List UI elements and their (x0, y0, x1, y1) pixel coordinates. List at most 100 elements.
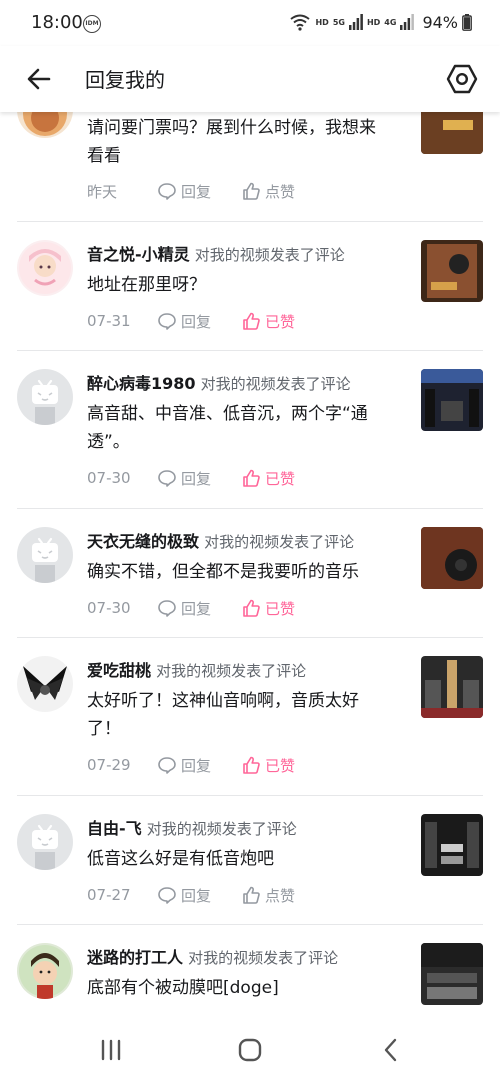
video-thumbnail[interactable] (421, 112, 483, 154)
settings-button[interactable] (444, 61, 480, 97)
comment-line: 地址在那里呀？ (87, 275, 206, 295)
reply-button[interactable]: 回复 (157, 885, 241, 906)
name-line: 天衣无缝的极致 对我的视频发表了评论 (87, 531, 354, 553)
thumbs-up-icon (243, 312, 260, 330)
back-chevron-icon[interactable] (378, 1037, 404, 1063)
item-meta: 07-31 回复 已赞 (87, 310, 295, 332)
item-meta: 昨天 回复 点赞 (87, 180, 295, 202)
comment-icon (158, 313, 176, 330)
divider (17, 924, 483, 925)
date: 07-31 (87, 312, 131, 330)
comment-text: 确实不错，但全都不是我要听的音乐 (87, 558, 407, 586)
default-avatar-icon (32, 824, 58, 870)
divider (17, 795, 483, 796)
recents-icon[interactable] (98, 1037, 124, 1063)
item-meta: 07-27 回复 点赞 (87, 884, 295, 906)
hd-label: HD (315, 17, 329, 27)
video-thumbnail[interactable] (421, 369, 483, 431)
item-meta: 07-30 回复 已赞 (87, 597, 295, 619)
reply-button[interactable]: 回复 (157, 468, 241, 489)
reply-label: 回复 (181, 469, 212, 488)
wifi-icon (290, 14, 311, 31)
comment-text: 地址在那里呀？ (87, 271, 407, 299)
avatar[interactable] (17, 527, 73, 583)
avatar[interactable] (17, 240, 73, 296)
date: 昨天 (87, 182, 118, 201)
action-text: 对我的视频发表了评论 (156, 662, 307, 680)
date: 07-30 (87, 469, 131, 487)
video-thumbnail[interactable] (421, 814, 483, 876)
avatar[interactable] (17, 814, 73, 870)
comment-text: 请问要门票吗？展到什么时候，我想来 看看 (87, 114, 407, 170)
item-meta: 07-29 回复 已赞 (87, 754, 295, 776)
user-name[interactable]: 音之悦-小精灵 (87, 245, 190, 264)
video-thumbnail[interactable] (421, 240, 483, 302)
avatar[interactable] (17, 112, 73, 138)
user-name[interactable]: 迷路的打工人 (87, 948, 183, 967)
user-name[interactable]: 爱吃甜桃 (87, 661, 151, 680)
reply-button[interactable]: 回复 (157, 598, 241, 619)
reply-list[interactable]: 请问要门票吗？展到什么时候，我想来 看看 昨天 回复 点赞 音之悦-小精灵 对我… (0, 112, 500, 1017)
like-button[interactable]: 点赞 (241, 181, 295, 202)
user-name[interactable]: 天衣无缝的极致 (87, 532, 199, 551)
reply-button[interactable]: 回复 (157, 311, 241, 332)
comment-line: 了！ (87, 719, 121, 739)
idm-icon: IDM (83, 15, 101, 33)
like-label: 已赞 (265, 312, 296, 331)
comment-icon (158, 600, 176, 617)
comment-line: 请问要门票吗？展到什么时候，我想来 (87, 118, 376, 138)
home-icon[interactable] (237, 1037, 263, 1063)
reply-button[interactable]: 回复 (157, 181, 241, 202)
name-line: 迷路的打工人 对我的视频发表了评论 (87, 947, 338, 969)
reply-button[interactable]: 回复 (157, 755, 241, 776)
like-label: 已赞 (265, 756, 296, 775)
back-button[interactable] (22, 62, 56, 96)
avatar[interactable] (17, 369, 73, 425)
comment-icon (158, 757, 176, 774)
video-thumbnail[interactable] (421, 943, 483, 1005)
like-button[interactable]: 点赞 (241, 885, 295, 906)
avatar[interactable] (17, 656, 73, 712)
comment-line: 太好听了！这神仙音响啊，音质太好 (87, 691, 359, 711)
like-button[interactable]: 已赞 (241, 598, 295, 619)
signal-icon (348, 14, 363, 30)
avatar[interactable] (17, 943, 73, 999)
video-thumbnail[interactable] (421, 527, 483, 589)
comment-text: 高音甜、中音准、低音沉，两个字“通 透”。 (87, 400, 407, 456)
like-button[interactable]: 已赞 (241, 755, 295, 776)
video-thumbnail[interactable] (421, 656, 483, 718)
name-line: 自由-飞 对我的视频发表了评论 (87, 818, 297, 840)
thumbs-up-icon (243, 756, 260, 774)
comment-icon (158, 470, 176, 487)
comment-line: 底部有个被动膜吧[doge] (87, 978, 279, 998)
comment-line: 透”。 (87, 432, 130, 452)
network-5g-label: 5G (332, 17, 345, 27)
thumbs-up-icon (243, 469, 260, 487)
reply-label: 回复 (181, 599, 212, 618)
comment-line: 看看 (87, 146, 121, 166)
like-label: 点赞 (265, 886, 296, 905)
like-button[interactable]: 已赞 (241, 468, 295, 489)
status-time: 18:00 (31, 12, 83, 33)
action-text: 对我的视频发表了评论 (200, 375, 351, 393)
hexagon-settings-icon (446, 64, 478, 94)
divider (17, 508, 483, 509)
like-label: 已赞 (265, 469, 296, 488)
name-line: 爱吃甜桃 对我的视频发表了评论 (87, 660, 306, 682)
divider (17, 350, 483, 351)
page-title: 回复我的 (85, 68, 165, 92)
action-text: 对我的视频发表了评论 (188, 949, 339, 967)
user-name[interactable]: 自由-飞 (87, 819, 142, 838)
reply-label: 回复 (181, 756, 212, 775)
name-line: 醉心病毒1980 对我的视频发表了评论 (87, 373, 351, 395)
comment-text: 太好听了！这神仙音响啊，音质太好 了！ (87, 687, 407, 743)
reply-label: 回复 (181, 886, 212, 905)
name-line: 音之悦-小精灵 对我的视频发表了评论 (87, 244, 345, 266)
status-icons: HD 5G HD 4G 94% (289, 11, 472, 33)
thumbs-up-icon (243, 599, 260, 617)
user-name[interactable]: 醉心病毒1980 (87, 374, 196, 393)
like-button[interactable]: 已赞 (241, 311, 295, 332)
date: 07-29 (87, 756, 131, 774)
battery-icon (462, 13, 472, 31)
signal-icon-2 (400, 14, 415, 30)
